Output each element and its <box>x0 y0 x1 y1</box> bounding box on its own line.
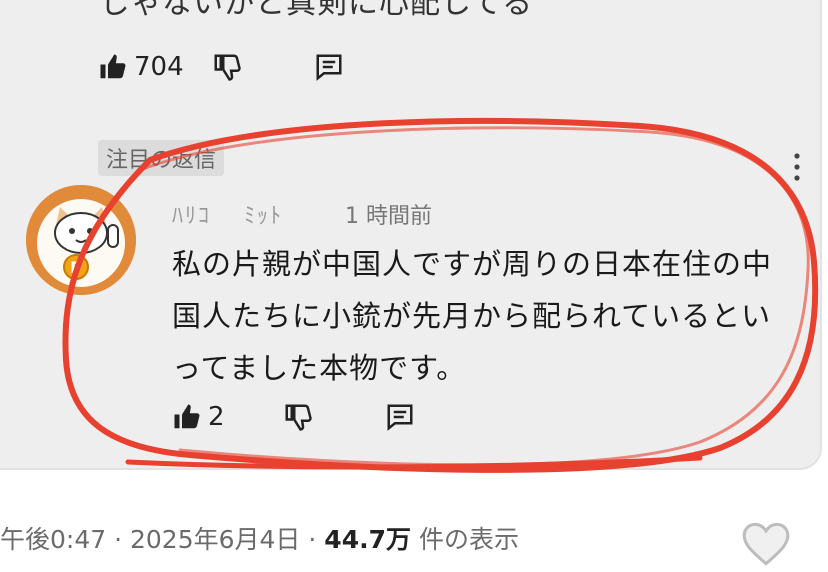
view-label: 件の表示 <box>418 525 519 554</box>
post-time: 午後0:47 <box>0 525 107 554</box>
like-button[interactable]: 704 <box>98 52 184 82</box>
view-count: 44.7万 <box>324 525 411 554</box>
like-post-button[interactable] <box>738 520 794 572</box>
dislike-button[interactable] <box>212 52 242 82</box>
reply-icon <box>314 52 344 82</box>
reply-username[interactable]: ﾊﾘｺ ﾐｯﾄ <box>172 198 283 230</box>
reply-timestamp: 1 時間前 <box>345 204 432 229</box>
comment-actions: 704 <box>98 52 344 82</box>
post-date: 2025年6月4日 <box>130 525 301 554</box>
reply-text-line: 国人たちに小銃が先月から配られているとい <box>172 299 772 333</box>
reply-text-line: 私の片親が中国人ですが周りの日本在住の中 <box>172 247 773 281</box>
avatar[interactable]: P <box>26 185 136 295</box>
meta-separator: · <box>114 525 123 554</box>
pinned-reply-badge: 注目の返信 <box>98 140 225 176</box>
like-icon <box>98 52 128 82</box>
more-vert-icon <box>790 153 804 188</box>
reply-text: 私の片親が中国人ですが周りの日本在住の中 国人たちに小銃が先月から配られていると… <box>172 238 812 394</box>
like-count: 704 <box>134 52 184 82</box>
post-meta: 午後0:47 · 2025年6月4日 · 44.7万 件の表示 <box>0 520 519 556</box>
dislike-icon <box>212 52 242 82</box>
heart-icon <box>738 522 794 572</box>
reply-like-count: 2 <box>208 402 225 432</box>
reply-reply-button[interactable] <box>385 402 415 432</box>
reply-dislike-button[interactable] <box>283 402 313 432</box>
comment-text: じゃないかと真剣に心配してる <box>100 0 534 21</box>
like-icon <box>172 402 202 432</box>
more-button[interactable] <box>790 150 804 188</box>
dislike-icon <box>283 402 313 432</box>
reply-icon <box>385 402 415 432</box>
reply-button[interactable] <box>314 52 344 82</box>
reply-text-line: ってました本物です。 <box>172 351 467 385</box>
svg-text:P: P <box>70 258 82 277</box>
reply-like-button[interactable]: 2 <box>172 402 225 432</box>
meta-separator: · <box>308 525 317 554</box>
reply-actions: 2 <box>172 402 415 432</box>
cat-avatar-icon: P <box>26 185 136 295</box>
